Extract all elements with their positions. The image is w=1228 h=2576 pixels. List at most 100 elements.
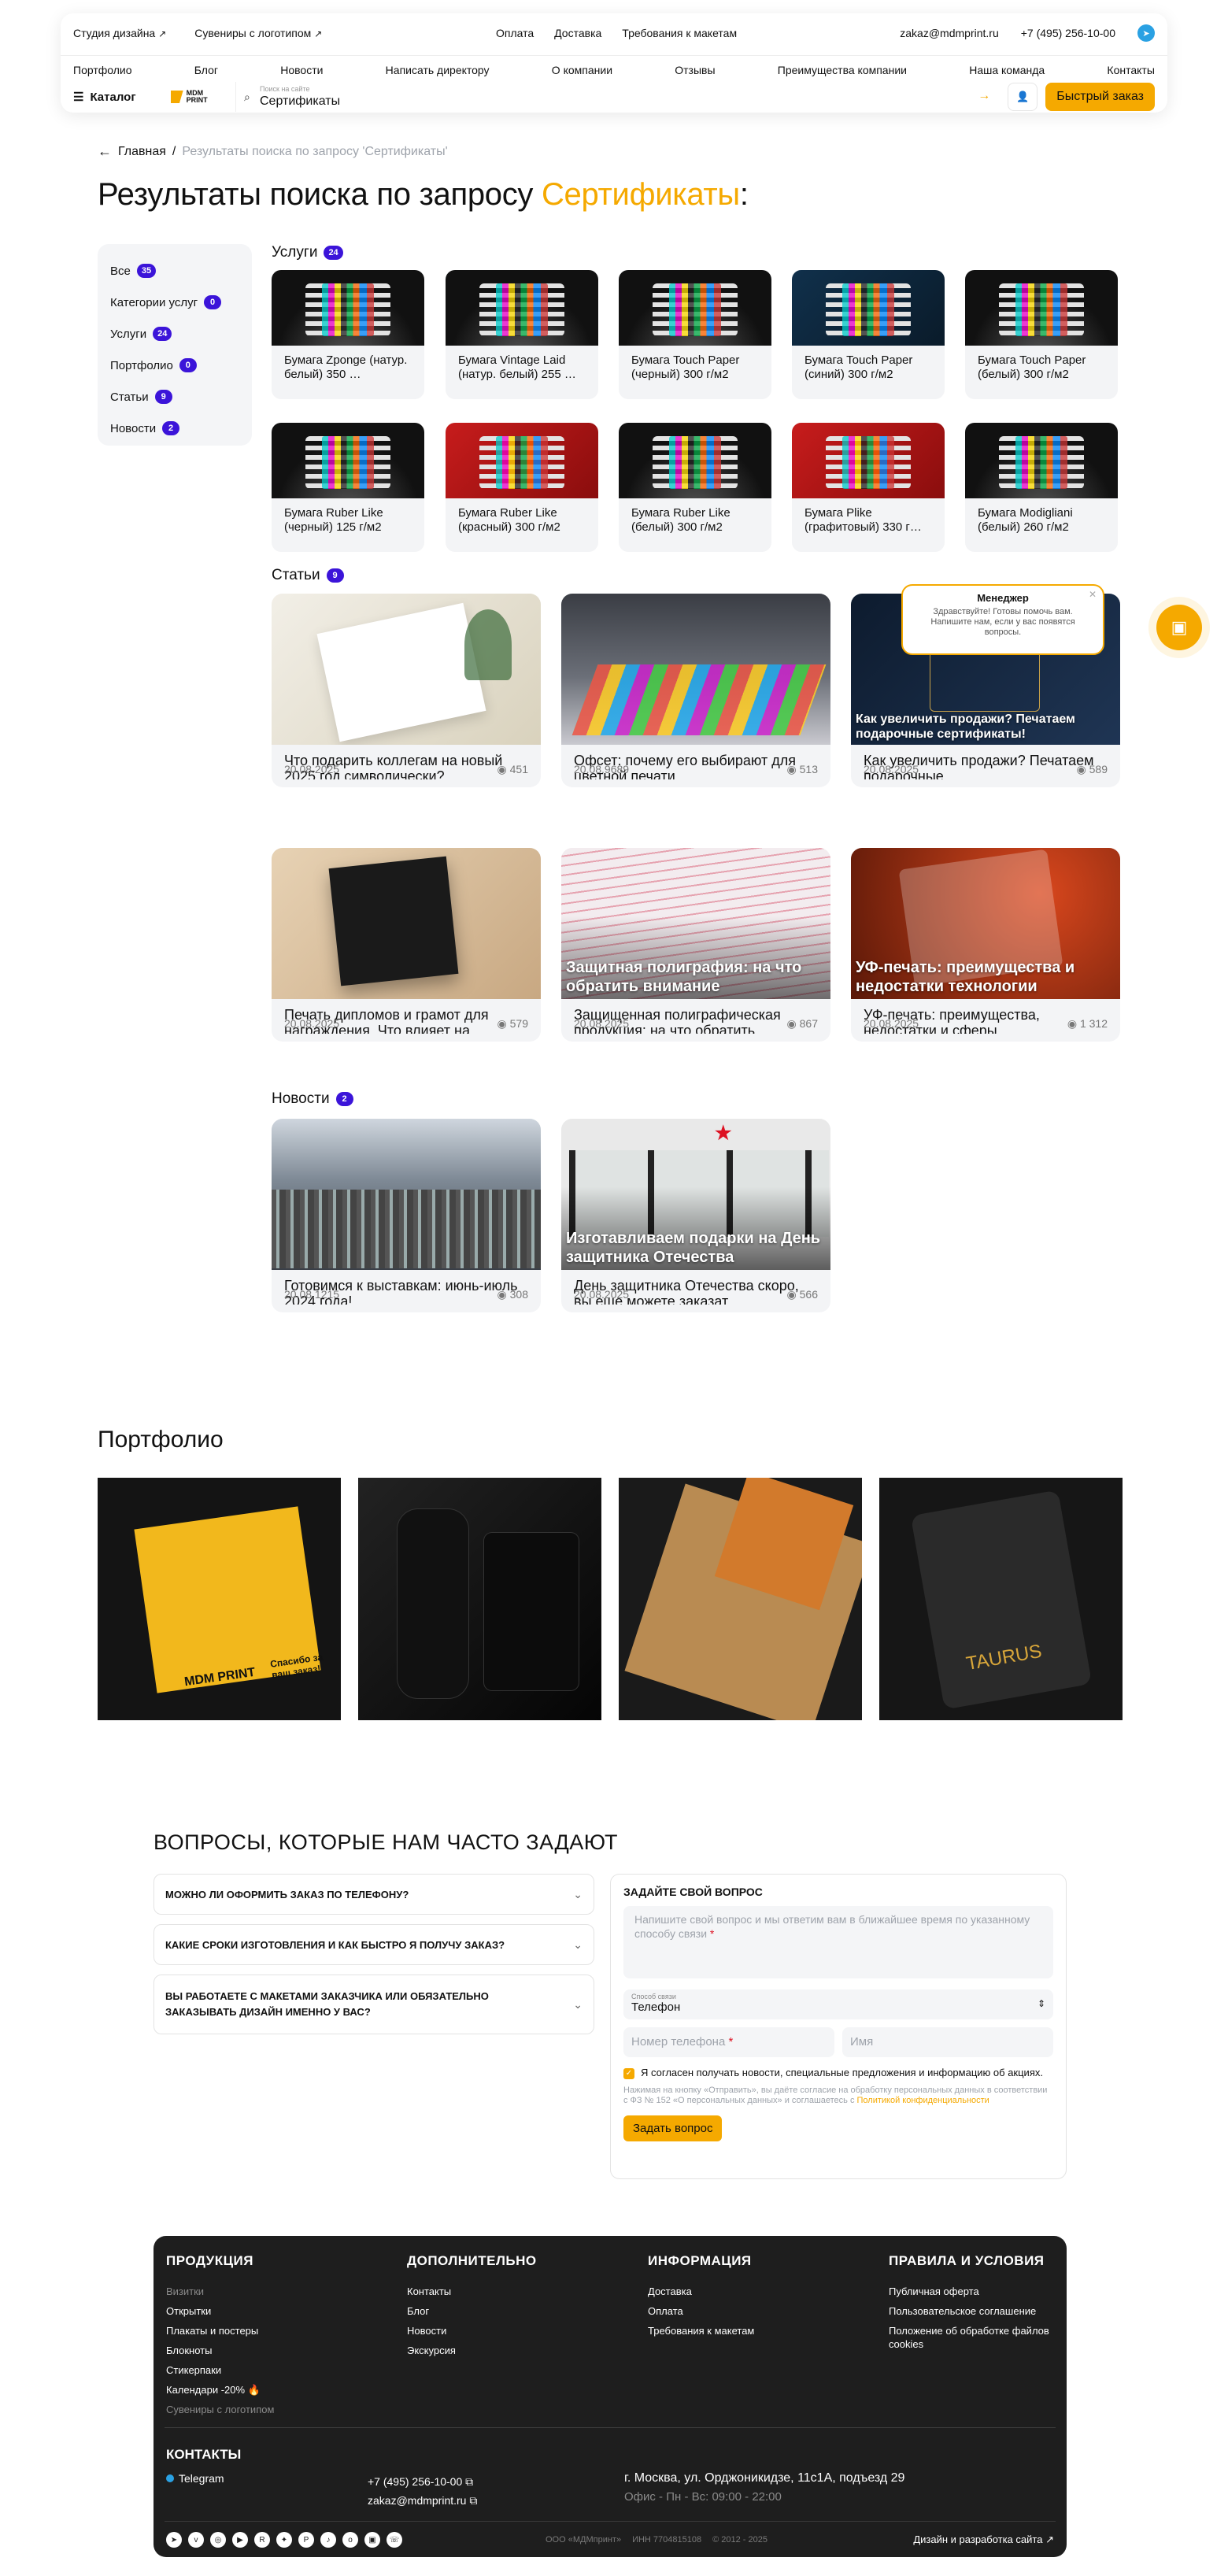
header-phone[interactable]: +7 (495) 256-10-00 bbox=[1021, 27, 1115, 39]
footer-link[interactable]: Стикерпаки bbox=[166, 2360, 394, 2380]
news-card[interactable]: ★ Изготавливаем подарки на День защитник… bbox=[561, 1119, 830, 1312]
filter-portfolio[interactable]: Портфолио 0 bbox=[110, 350, 239, 381]
consent-checkbox[interactable]: ✓ Я согласен получать новости, специальн… bbox=[623, 2067, 1053, 2079]
faq-item[interactable]: Вы работаете с макетами заказчика или об… bbox=[154, 1975, 594, 2034]
privacy-policy-link[interactable]: Политикой конфиденциальности bbox=[857, 2096, 989, 2105]
filter-all[interactable]: Все 35 bbox=[110, 255, 239, 287]
copy-icon[interactable]: ⧉ bbox=[465, 2475, 473, 2488]
faq-item[interactable]: Можно ли оформить заказ по телефону? ⌄ bbox=[154, 1874, 594, 1915]
footer-link[interactable]: Плакаты и постеры bbox=[166, 2321, 394, 2341]
phone-field[interactable]: Номер телефона * bbox=[623, 2027, 834, 2057]
catalog-button[interactable]: ☰ Каталог bbox=[73, 90, 171, 105]
instagram-icon[interactable]: ◎ bbox=[210, 2532, 226, 2548]
dzen-icon[interactable]: ✦ bbox=[276, 2532, 292, 2548]
portfolio-image[interactable] bbox=[358, 1478, 601, 1720]
site-developer-link[interactable]: Дизайн и разработка сайта ↗ bbox=[913, 2533, 1054, 2546]
tiktok-icon[interactable]: ♪ bbox=[320, 2532, 336, 2548]
chat-open-button[interactable]: ▣ bbox=[1156, 605, 1202, 650]
service-card[interactable]: Бумага Ruber Like (красный) 300 г/м2 bbox=[446, 423, 598, 552]
article-card[interactable]: УФ-печать: преимущества и недостатки тех… bbox=[851, 848, 1120, 1042]
footer-link[interactable]: Открытки bbox=[166, 2301, 394, 2321]
footer-link[interactable]: Новости bbox=[407, 2321, 635, 2341]
header-email[interactable]: zakaz@mdmprint.ru bbox=[900, 27, 998, 39]
breadcrumb-home[interactable]: Главная bbox=[118, 145, 166, 159]
filter-articles[interactable]: Статьи 9 bbox=[110, 381, 239, 413]
souvenirs-link[interactable]: Сувениры с логотипом ↗ bbox=[194, 27, 322, 39]
vk-icon[interactable]: v bbox=[188, 2532, 204, 2548]
filter-service-categories[interactable]: Категории услуг 0 bbox=[110, 287, 239, 318]
back-arrow-icon[interactable]: ← bbox=[98, 143, 112, 160]
footer-telegram-link[interactable]: Telegram bbox=[166, 2472, 224, 2485]
search-input[interactable]: ⌕ Поиск на сайте Сертификаты → bbox=[235, 82, 1000, 112]
video-icon[interactable]: ▣ bbox=[364, 2532, 380, 2548]
delivery-link[interactable]: Доставка bbox=[554, 27, 601, 39]
footer-link[interactable]: Сувениры с логотипом bbox=[166, 2400, 394, 2419]
quick-order-button[interactable]: Быстрый заказ bbox=[1045, 83, 1155, 111]
service-card[interactable]: Бумага Touch Paper (черный) 300 г/м2 bbox=[619, 270, 771, 399]
odnoklassniki-icon[interactable]: o bbox=[342, 2532, 358, 2548]
service-card[interactable]: Бумага Modigliani (белый) 260 г/м2 bbox=[965, 423, 1118, 552]
contact-method-select[interactable]: Способ связи Телефон ⇕ bbox=[623, 1989, 1053, 2019]
service-card[interactable]: Бумага Touch Paper (белый) 300 г/м2 bbox=[965, 270, 1118, 399]
footer-link[interactable]: Оплата bbox=[648, 2301, 876, 2321]
service-card[interactable]: Бумага Zponge (натур. белый) 350 … bbox=[272, 270, 424, 399]
nav-reviews[interactable]: Отзывы bbox=[675, 64, 715, 76]
footer-link[interactable]: Блокноты bbox=[166, 2341, 394, 2360]
nav-about[interactable]: О компании bbox=[552, 64, 612, 76]
footer-email[interactable]: zakaz@mdmprint.ru ⧉ bbox=[368, 2491, 477, 2510]
youtube-icon[interactable]: ▶ bbox=[232, 2532, 248, 2548]
news-card[interactable]: Готовимся к выставкам: июнь-июль 2024 го… bbox=[272, 1119, 541, 1312]
footer-link[interactable]: Пользовательское соглашение bbox=[889, 2301, 1054, 2321]
design-studio-link[interactable]: Студия дизайна ↗ bbox=[73, 27, 166, 39]
footer-link[interactable]: Доставка bbox=[648, 2282, 876, 2301]
rutube-icon[interactable]: R bbox=[254, 2532, 270, 2548]
service-card[interactable]: Бумага Touch Paper (синий) 300 г/м2 bbox=[792, 270, 945, 399]
ask-question-button[interactable]: Задать вопрос bbox=[623, 2115, 723, 2141]
whatsapp-icon[interactable]: ☏ bbox=[387, 2532, 402, 2548]
service-card[interactable]: Бумага Vintage Laid (натур. белый) 255 … bbox=[446, 270, 598, 399]
privacy-notice: Нажимая на кнопку «Отправить», вы даёте … bbox=[623, 2086, 1048, 2105]
service-card[interactable]: Бумага Plike (графитовый) 330 г… bbox=[792, 423, 945, 552]
payment-link[interactable]: Оплата bbox=[496, 27, 534, 39]
filter-services[interactable]: Услуги 24 bbox=[110, 318, 239, 350]
footer-link[interactable]: Блог bbox=[407, 2301, 635, 2321]
service-card[interactable]: Бумага Ruber Like (черный) 125 г/м2 bbox=[272, 423, 424, 552]
question-textarea[interactable]: Напишите свой вопрос и мы ответим вам в … bbox=[623, 1906, 1053, 1978]
copy-icon[interactable]: ⧉ bbox=[469, 2494, 477, 2507]
nav-contacts[interactable]: Контакты bbox=[1107, 64, 1154, 76]
pinterest-icon[interactable]: P bbox=[298, 2532, 314, 2548]
site-logo[interactable]: MDM PRINT bbox=[171, 87, 221, 107]
close-icon[interactable]: ✕ bbox=[1089, 589, 1097, 600]
nav-advantages[interactable]: Преимущества компании bbox=[778, 64, 907, 76]
nav-write-director[interactable]: Написать директору bbox=[386, 64, 490, 76]
user-account-button[interactable]: 👤 bbox=[1008, 83, 1038, 111]
portfolio-image[interactable] bbox=[619, 1478, 862, 1720]
article-card[interactable]: Что подарить коллегам на новый 2025 год … bbox=[272, 594, 541, 787]
article-card[interactable]: Печать дипломов и грамот для награждения… bbox=[272, 848, 541, 1042]
nav-blog[interactable]: Блог bbox=[194, 64, 218, 76]
telegram-icon[interactable]: ➤ bbox=[1137, 24, 1155, 42]
article-card[interactable]: Защитная полиграфия: на что обратить вни… bbox=[561, 848, 830, 1042]
footer-link[interactable]: Положение об обработке файлов cookies bbox=[889, 2321, 1054, 2351]
news-heading: Новости 2 bbox=[272, 1090, 353, 1108]
nav-portfolio[interactable]: Портфолио bbox=[73, 64, 132, 76]
footer-link[interactable]: Визитки bbox=[166, 2282, 394, 2301]
portfolio-image[interactable]: Спасибо за ваш заказ! MDM PRINT bbox=[98, 1478, 341, 1720]
portfolio-image[interactable]: TAURUS bbox=[879, 1478, 1123, 1720]
footer-link[interactable]: Контакты bbox=[407, 2282, 635, 2301]
filter-news[interactable]: Новости 2 bbox=[110, 413, 239, 444]
footer-phone[interactable]: +7 (495) 256-10-00 ⧉ bbox=[368, 2472, 477, 2491]
name-field[interactable]: Имя bbox=[842, 2027, 1053, 2057]
telegram-icon[interactable]: ➤ bbox=[166, 2532, 182, 2548]
layout-requirements-link[interactable]: Требования к макетам bbox=[622, 27, 737, 39]
service-card[interactable]: Бумага Ruber Like (белый) 300 г/м2 bbox=[619, 423, 771, 552]
article-card[interactable]: Офсет: почему его выбирают для цветной п… bbox=[561, 594, 830, 787]
footer-link[interactable]: Календари -20% 🔥 bbox=[166, 2380, 394, 2400]
faq-item[interactable]: Какие сроки изготовления и как быстро я … bbox=[154, 1924, 594, 1965]
search-submit-arrow-icon[interactable]: → bbox=[978, 89, 990, 103]
footer-link[interactable]: Публичная оферта bbox=[889, 2282, 1054, 2301]
nav-team[interactable]: Наша команда bbox=[969, 64, 1045, 76]
footer-link[interactable]: Экскурсия bbox=[407, 2341, 635, 2360]
footer-link[interactable]: Требования к макетам bbox=[648, 2321, 876, 2341]
nav-news[interactable]: Новости bbox=[280, 64, 323, 76]
